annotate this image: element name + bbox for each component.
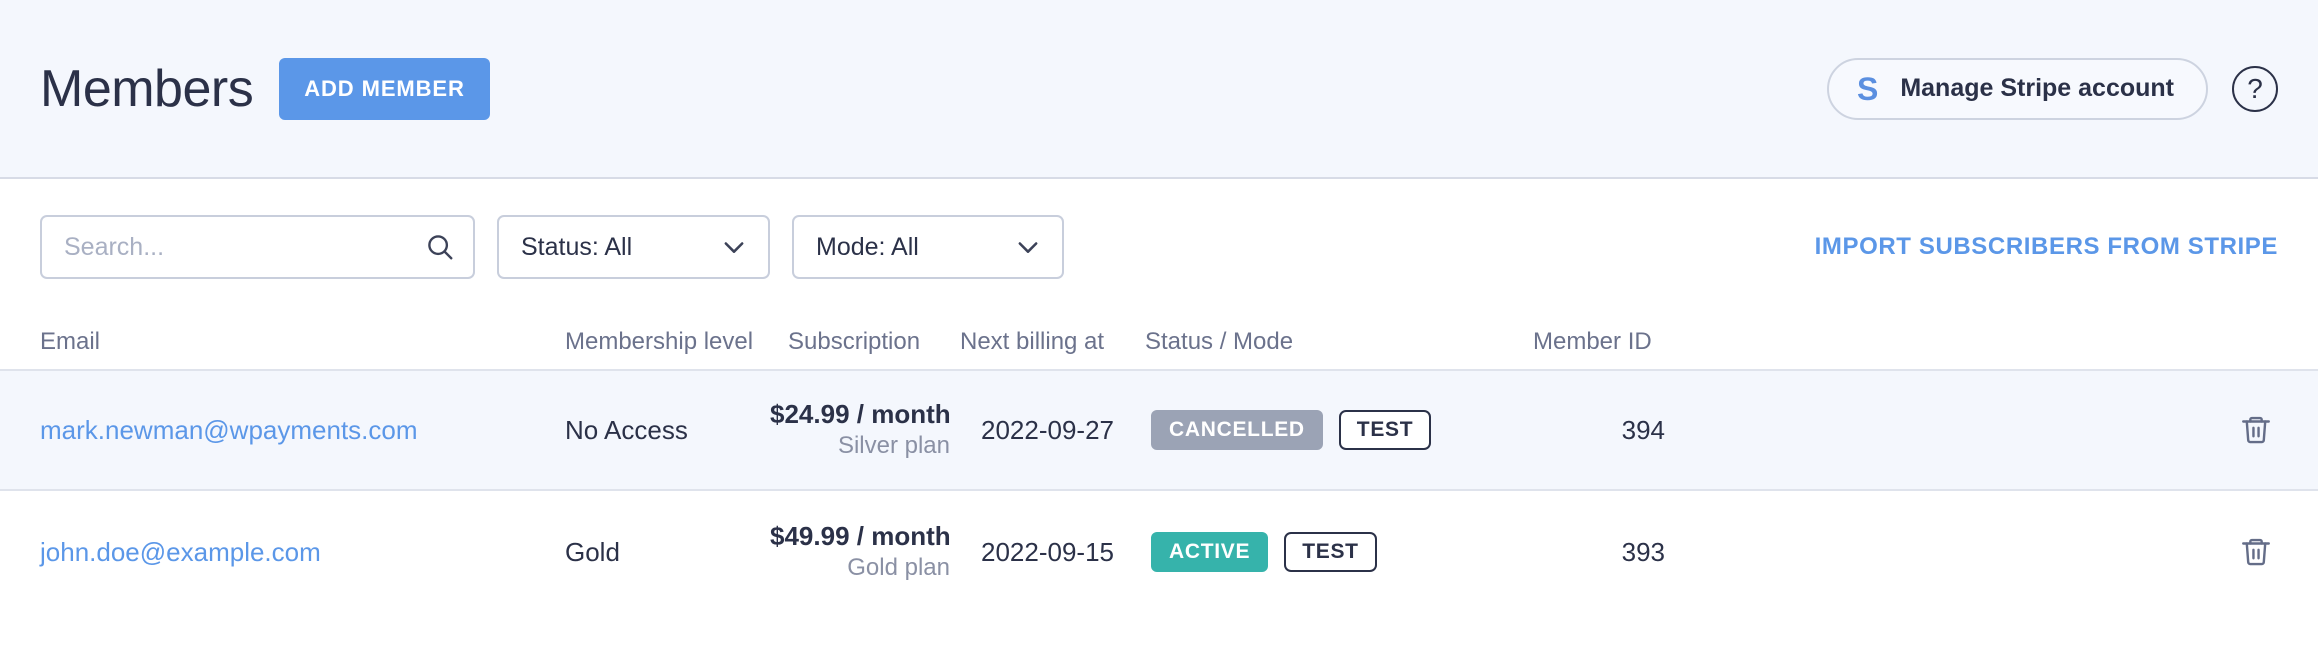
membership-level-value: Gold xyxy=(565,536,620,567)
member-email-link[interactable]: mark.newman@wpayments.com xyxy=(40,415,418,445)
next-billing-date: 2022-09-15 xyxy=(981,536,1114,567)
members-page: Members ADD MEMBER S Manage Stripe accou… xyxy=(0,0,2318,668)
cell-membership-level: Gold xyxy=(565,537,770,568)
cell-member-id: 394 xyxy=(1505,415,1665,446)
cell-actions xyxy=(1665,530,2278,574)
help-glyph: ? xyxy=(2247,72,2263,104)
column-header-status-mode: Status / Mode xyxy=(1145,328,1294,355)
column-header-next-billing-at: Next billing at xyxy=(960,328,1105,355)
table-header-row: Email Membership level Subscription Next… xyxy=(0,315,2318,369)
header-actions: S Manage Stripe account ? xyxy=(1826,57,2278,120)
subscription-amount: $49.99 / month xyxy=(770,521,951,551)
cell-subscription: $49.99 / month Gold plan xyxy=(770,520,951,584)
cell-membership-level: No Access xyxy=(565,415,770,446)
page-title: Members xyxy=(40,59,254,118)
delete-member-button[interactable] xyxy=(2234,408,2278,452)
cell-email: john.doe@example.com xyxy=(40,537,565,568)
search-field-wrapper xyxy=(40,215,475,279)
status-filter-label: Status: All xyxy=(521,232,633,261)
cell-next-billing-at: 2022-09-27 xyxy=(950,415,1145,446)
manage-stripe-account-button[interactable]: S Manage Stripe account xyxy=(1826,57,2208,120)
member-id-value: 393 xyxy=(1621,536,1665,567)
manage-stripe-account-label: Manage Stripe account xyxy=(1900,74,2174,102)
status-filter-select[interactable]: Status: All xyxy=(497,215,770,279)
member-id-value: 394 xyxy=(1621,414,1665,445)
cell-status-mode: ACTIVE TEST xyxy=(1145,532,1505,572)
status-badge: ACTIVE xyxy=(1151,532,1269,572)
add-member-button[interactable]: ADD MEMBER xyxy=(279,57,490,120)
column-header-subscription: Subscription xyxy=(788,328,921,355)
status-badge: CANCELLED xyxy=(1151,410,1323,450)
import-subscribers-from-stripe-link[interactable]: IMPORT SUBSCRIBERS FROM STRIPE xyxy=(1815,233,2278,261)
cell-status-mode: CANCELLED TEST xyxy=(1145,410,1505,450)
cell-actions xyxy=(1665,408,2278,452)
members-table: Email Membership level Subscription Next… xyxy=(0,315,2318,613)
mode-badge: TEST xyxy=(1338,410,1432,450)
trash-icon xyxy=(2242,538,2270,566)
delete-member-button[interactable] xyxy=(2234,530,2278,574)
help-icon[interactable]: ? xyxy=(2232,65,2278,112)
trash-icon xyxy=(2242,416,2270,444)
column-header-membership-level: Membership level xyxy=(565,328,754,355)
cell-email: mark.newman@wpayments.com xyxy=(40,415,565,446)
table-row[interactable]: john.doe@example.com Gold $49.99 / month… xyxy=(0,491,2318,613)
page-header: Members ADD MEMBER S Manage Stripe accou… xyxy=(0,0,2318,179)
member-email-link[interactable]: john.doe@example.com xyxy=(40,537,321,567)
cell-subscription: $24.99 / month Silver plan xyxy=(770,398,951,462)
mode-filter-label: Mode: All xyxy=(816,232,919,261)
mode-badge: TEST xyxy=(1284,532,1377,572)
table-row[interactable]: mark.newman@wpayments.com No Access $24.… xyxy=(0,369,2318,491)
filter-toolbar: Status: All Mode: All IMPORT SUBSCRIBERS… xyxy=(0,179,2318,315)
membership-level-value: No Access xyxy=(565,414,688,445)
chevron-down-icon xyxy=(724,242,744,253)
subscription-plan: Gold plan xyxy=(847,554,950,582)
stripe-s-logo-icon: S xyxy=(1856,70,1879,107)
subscription-amount: $24.99 / month xyxy=(770,399,951,429)
mode-filter-select[interactable]: Mode: All xyxy=(792,215,1064,279)
search-input[interactable] xyxy=(40,215,475,279)
chevron-down-icon xyxy=(1018,242,1038,253)
subscription-plan: Silver plan xyxy=(837,432,950,460)
column-header-email: Email xyxy=(40,328,101,355)
cell-next-billing-at: 2022-09-15 xyxy=(950,537,1145,568)
column-header-member-id: Member ID xyxy=(1533,328,1652,355)
cell-member-id: 393 xyxy=(1505,537,1665,568)
next-billing-date: 2022-09-27 xyxy=(981,414,1114,445)
